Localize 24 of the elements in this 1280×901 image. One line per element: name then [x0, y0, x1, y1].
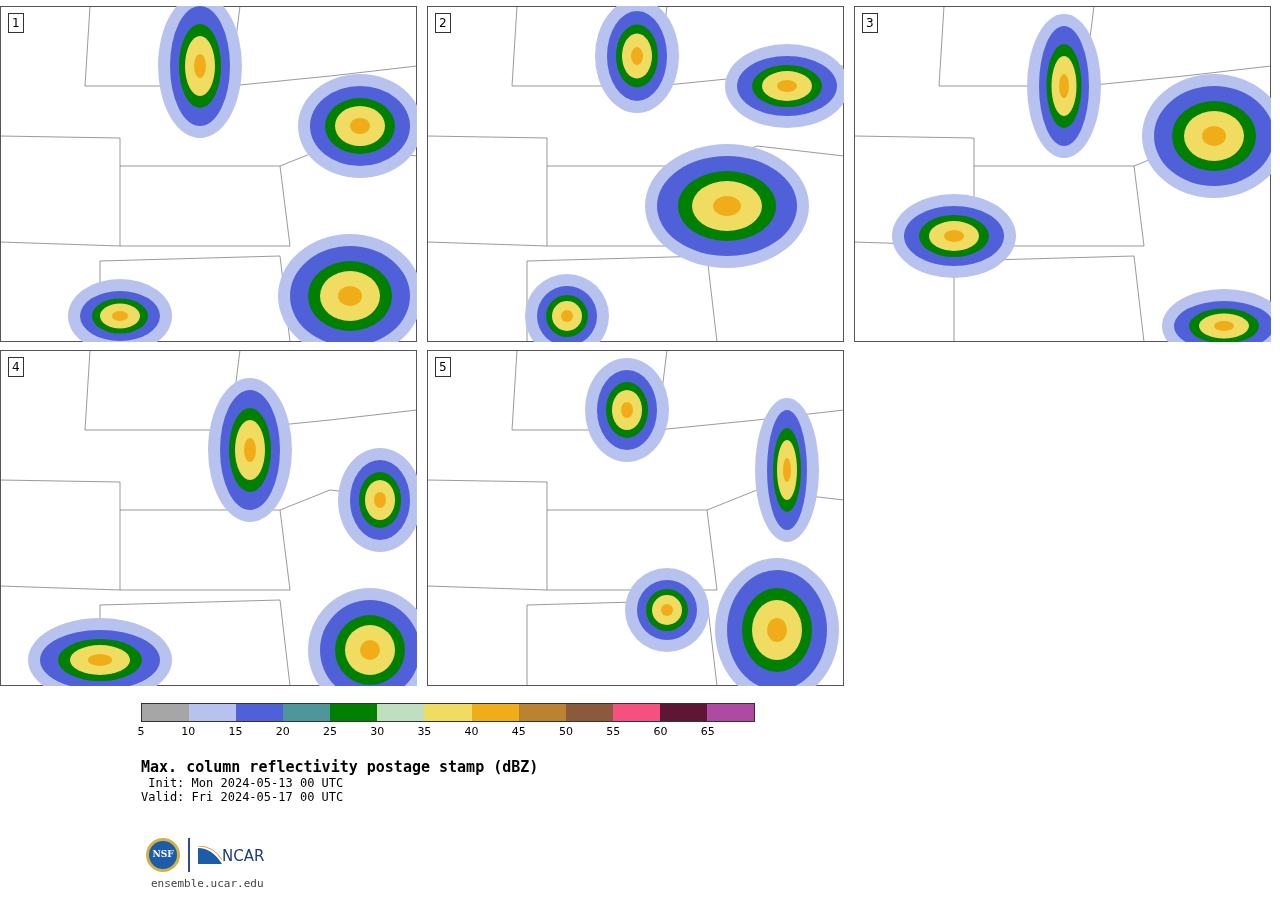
panel-number: 3: [862, 13, 878, 33]
scale-tick-label: 15: [228, 726, 243, 738]
panel-number: 1: [8, 13, 24, 33]
scale-tick-label: 35: [417, 726, 432, 738]
scale-tick-label: 30: [370, 726, 385, 738]
scale-tick-label: 40: [464, 726, 479, 738]
init-time: Init: Mon 2024-05-13 00 UTC: [147, 776, 344, 790]
scale-tick-label: 20: [275, 726, 290, 738]
scale-tick-label: 45: [511, 726, 526, 738]
scale-tick-label: 55: [606, 726, 621, 738]
scale-tick-label: 50: [559, 726, 574, 738]
scale-tick-label: 60: [653, 726, 668, 738]
scale-tick-label: 65: [700, 726, 715, 738]
ncar-logo: NCAR: [198, 846, 265, 864]
scale-tick-label: 5: [137, 726, 145, 738]
chart-title: Max. column reflectivity postage stamp (dBZ): [141, 758, 539, 776]
site-url: ensemble.ucar.edu: [151, 876, 264, 892]
seal-logo: NSF: [146, 838, 180, 872]
panel-number: 2: [435, 13, 451, 33]
scale-tick-label: 10: [181, 726, 196, 738]
valid-time: Valid: Fri 2024-05-17 00 UTC: [141, 790, 344, 804]
scale-tick-label: 25: [322, 726, 337, 738]
panel-number: 5: [435, 357, 451, 377]
panel-number: 4: [8, 357, 24, 377]
